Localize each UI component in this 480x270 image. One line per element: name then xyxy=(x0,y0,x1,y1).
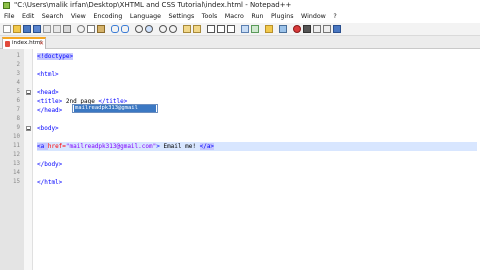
code-line-13: </body> xyxy=(37,160,62,169)
menu-bar: File Edit Search View Encoding Language … xyxy=(0,11,480,23)
head-close-tag: </head> xyxy=(37,107,63,114)
autocomplete-popup: mailreadpk313@gmail xyxy=(72,104,158,113)
menu-window[interactable]: Window xyxy=(301,11,326,23)
href-value: "mailreadpk313@gmail.com" xyxy=(65,143,157,150)
anchor-close-tag: </a> xyxy=(199,143,215,150)
redo-icon[interactable] xyxy=(121,25,129,33)
line-number: 13 xyxy=(13,161,20,167)
save-all-icon[interactable] xyxy=(33,25,41,33)
sync-v-icon[interactable] xyxy=(183,25,191,33)
autocomplete-item[interactable]: mailreadpk313@gmail xyxy=(74,105,156,112)
menu-plugins[interactable]: Plugins xyxy=(271,11,294,23)
line-number-gutter: 1 2 3 4 5 6 7 8 9 10 11 12 13 14 15 xyxy=(0,49,24,270)
save-icon[interactable] xyxy=(23,25,31,33)
code-line-3: <html> xyxy=(37,70,59,79)
line-number: 4 xyxy=(16,80,21,86)
tab-index-html[interactable]: index.html ✕ xyxy=(2,37,46,49)
menu-language[interactable]: Language xyxy=(130,11,161,23)
menu-edit[interactable]: Edit xyxy=(22,11,34,23)
line-number: 15 xyxy=(13,179,20,185)
fold-marker-icon[interactable] xyxy=(26,90,31,95)
href-attribute: href= xyxy=(47,143,66,150)
menu-encoding[interactable]: Encoding xyxy=(93,11,122,23)
copy-icon[interactable] xyxy=(87,25,95,33)
html-close-tag: </html> xyxy=(37,179,63,186)
stop-macro-icon[interactable] xyxy=(303,25,311,33)
replace-icon[interactable] xyxy=(145,25,153,33)
line-number: 2 xyxy=(16,62,21,68)
menu-tools[interactable]: Tools xyxy=(202,11,218,23)
code-line-5: <head> xyxy=(37,88,59,97)
menu-search[interactable]: Search xyxy=(42,11,64,23)
paste-icon[interactable] xyxy=(97,25,105,33)
print-icon[interactable] xyxy=(63,25,71,33)
tab-close-icon[interactable]: ✕ xyxy=(39,40,44,47)
body-close-tag: </body> xyxy=(37,161,63,168)
new-file-icon[interactable] xyxy=(3,25,11,33)
code-line-15: </html> xyxy=(37,178,62,187)
indent-guide-icon[interactable] xyxy=(227,25,235,33)
code-line-7: </head> xyxy=(37,106,62,115)
line-number: 10 xyxy=(13,134,20,140)
undo-icon[interactable] xyxy=(111,25,119,33)
menu-view[interactable]: View xyxy=(71,11,86,23)
close-all-icon[interactable] xyxy=(53,25,61,33)
html-open-tag: <html> xyxy=(37,71,59,78)
doc-map-icon[interactable] xyxy=(241,25,249,33)
zoom-out-icon[interactable] xyxy=(169,25,177,33)
file-modified-icon xyxy=(5,41,10,47)
save-macro-icon[interactable] xyxy=(333,25,341,33)
code-line-1: <!doctype> xyxy=(37,52,74,61)
notepadpp-app-icon xyxy=(3,2,10,9)
line-number: 11 xyxy=(13,143,20,149)
close-icon[interactable] xyxy=(43,25,51,33)
editor-area[interactable]: 1 2 3 4 5 6 7 8 9 10 11 12 13 14 15 <!do… xyxy=(0,49,480,270)
anchor-text: Email me! xyxy=(159,143,200,150)
toolbar xyxy=(0,23,480,36)
record-macro-icon[interactable] xyxy=(293,25,301,33)
line-number: 3 xyxy=(16,71,21,77)
menu-help[interactable]: ? xyxy=(333,11,336,23)
menu-macro[interactable]: Macro xyxy=(225,11,244,23)
window-title: "C:\Users\malik irfan\Desktop\XHTML and … xyxy=(14,1,292,9)
folder-workspace-icon[interactable] xyxy=(265,25,273,33)
line-number: 9 xyxy=(16,125,21,131)
line-number: 6 xyxy=(16,98,21,104)
play-macro-icon[interactable] xyxy=(313,25,321,33)
sync-h-icon[interactable] xyxy=(193,25,201,33)
word-wrap-icon[interactable] xyxy=(207,25,215,33)
monitor-icon[interactable] xyxy=(279,25,287,33)
line-number: 12 xyxy=(13,152,20,158)
zoom-in-icon[interactable] xyxy=(159,25,167,33)
run-macro-icon[interactable] xyxy=(323,25,331,33)
code-line-9: <body> xyxy=(37,124,59,133)
body-open-tag: <body> xyxy=(37,125,59,132)
menu-settings[interactable]: Settings xyxy=(168,11,194,23)
title-bar: "C:\Users\malik irfan\Desktop\XHTML and … xyxy=(0,0,480,11)
line-number: 7 xyxy=(16,107,21,113)
fold-margin xyxy=(24,49,33,270)
line-number: 14 xyxy=(13,170,20,176)
menu-file[interactable]: File xyxy=(4,11,15,23)
show-all-chars-icon[interactable] xyxy=(217,25,225,33)
tab-bar: index.html ✕ xyxy=(0,36,480,49)
line-number: 1 xyxy=(16,53,21,59)
title-open-tag: <title> xyxy=(37,98,63,105)
function-list-icon[interactable] xyxy=(251,25,259,33)
tab-label: index.html xyxy=(12,40,42,46)
menu-run[interactable]: Run xyxy=(251,11,263,23)
line-number: 8 xyxy=(16,116,21,122)
cut-icon[interactable] xyxy=(77,25,85,33)
open-file-icon[interactable] xyxy=(13,25,21,33)
line-number: 5 xyxy=(16,89,21,95)
fold-marker-icon[interactable] xyxy=(26,126,31,131)
code-line-11: <a href="mailreadpk313@gmail.com"> Email… xyxy=(37,142,477,151)
doctype-tag: <!doctype> xyxy=(37,53,74,60)
find-icon[interactable] xyxy=(135,25,143,33)
anchor-open-tag: <a xyxy=(37,143,48,150)
head-open-tag: <head> xyxy=(37,89,59,96)
